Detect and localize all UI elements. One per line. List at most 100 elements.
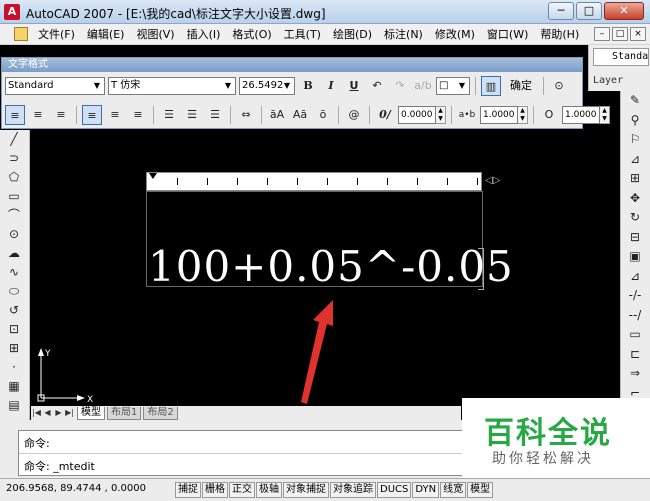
document-icon[interactable] [14, 27, 28, 41]
bullets-icon[interactable]: ☰ [182, 105, 202, 125]
scale-icon[interactable]: ⊟ [621, 228, 649, 248]
spline-icon[interactable]: ∿ [0, 263, 28, 282]
redo-button[interactable]: ↷ [390, 76, 410, 96]
ok-button[interactable]: 确定 [504, 76, 538, 96]
command-input[interactable]: 命令: _mtedit [24, 458, 95, 474]
grid-toggle[interactable]: 栅格 [202, 482, 228, 498]
join-icon[interactable]: ⊏ [621, 345, 649, 365]
ortho-toggle[interactable]: 正交 [229, 482, 255, 498]
line-icon[interactable]: ╱ [0, 130, 28, 149]
uppercase-letters-icon[interactable]: ☰ [205, 105, 225, 125]
color-dropdown[interactable]: □ ▼ [436, 77, 470, 95]
bold-button[interactable]: B [298, 76, 318, 96]
menu-tools[interactable]: 工具(T) [278, 26, 327, 42]
text-height-dropdown[interactable]: 26.5492 ▼ [239, 77, 295, 95]
spinner-arrows-icon[interactable]: ▲ ▼ [436, 106, 446, 124]
symbol-icon[interactable]: @ [344, 105, 364, 125]
last-tab-icon[interactable]: ▶| [64, 407, 75, 419]
menu-insert[interactable]: 插入(I) [181, 26, 227, 42]
lineweight-toggle[interactable]: 线宽 [440, 482, 467, 498]
ruler-toggle-button[interactable]: ▥ [481, 76, 501, 96]
rectangle-icon[interactable]: ▭ [0, 187, 28, 206]
trim-icon[interactable]: ⊿ [621, 267, 649, 287]
numbering-icon[interactable]: ☰ [159, 105, 179, 125]
dyn-toggle[interactable]: DYN [412, 482, 440, 498]
align-middle-icon[interactable]: ≡ [105, 105, 125, 125]
revcloud-icon[interactable]: ☁ [0, 244, 28, 263]
insert-block-icon[interactable]: ⊡ [0, 320, 28, 339]
copy-icon[interactable]: ⚲ [621, 111, 649, 131]
lowercase-icon[interactable]: Aā [290, 105, 310, 125]
break-icon[interactable]: --/ [621, 306, 649, 326]
uppercase-icon[interactable]: āA [267, 105, 287, 125]
chamfer-icon[interactable]: ⇒ [621, 364, 649, 384]
menu-file[interactable]: 文件(F) [32, 26, 81, 42]
make-block-icon[interactable]: ⊞ [0, 339, 28, 358]
ellipse-icon[interactable]: ⬭ [0, 282, 28, 301]
menu-dimension[interactable]: 标注(N) [378, 26, 429, 42]
align-left-icon[interactable]: ≡ [5, 105, 25, 125]
model-space-toggle[interactable]: 模型 [467, 482, 494, 498]
first-tab-icon[interactable]: |◀ [31, 407, 42, 419]
underline-button[interactable]: U [344, 76, 364, 96]
doc-close-button[interactable]: × [630, 27, 646, 41]
point-icon[interactable]: · [0, 358, 28, 377]
undo-button[interactable]: ↶ [367, 76, 387, 96]
spinner-arrows-icon[interactable]: ▲ ▼ [518, 106, 528, 124]
doc-minimize-button[interactable]: – [594, 27, 610, 41]
prev-tab-icon[interactable]: ◀ [42, 407, 53, 419]
overline-icon[interactable]: ō [313, 105, 333, 125]
osnap-toggle[interactable]: 对象捕捉 [283, 482, 329, 498]
align-right-icon[interactable]: ≡ [51, 105, 71, 125]
menu-format[interactable]: 格式(O) [226, 26, 277, 42]
next-tab-icon[interactable]: ▶ [53, 407, 64, 419]
circle-icon[interactable]: ⊙ [0, 225, 28, 244]
style-dropdown[interactable]: Standard ▼ [5, 77, 105, 95]
font-dropdown[interactable]: T 仿宋 ▼ [108, 77, 236, 95]
drawing-canvas[interactable]: ◁▷ 100+0.05^-0.05 Y X [31, 130, 619, 406]
align-bottom-icon[interactable]: ≡ [128, 105, 148, 125]
rotate-icon[interactable]: ↻ [621, 208, 649, 228]
extend-icon[interactable]: -/- [621, 286, 649, 306]
tab-layout1[interactable]: 布局1 [107, 406, 142, 420]
otrack-toggle[interactable]: 对象追踪 [330, 482, 376, 498]
maximize-button[interactable]: □ [576, 2, 602, 20]
gradient-icon[interactable]: ▤ [0, 396, 28, 415]
polyline-icon[interactable]: ⊃ [0, 149, 28, 168]
coordinate-readout[interactable]: 206.9568, 89.4744 , 0.0000 [6, 483, 146, 494]
ellipse-arc-icon[interactable]: ↺ [0, 301, 28, 320]
tracking-input[interactable]: 1.0000 [480, 106, 518, 124]
tracking-spinner[interactable]: 1.0000 ▲ ▼ [480, 106, 528, 124]
menu-draw[interactable]: 绘图(D) [327, 26, 378, 42]
move-icon[interactable]: ✥ [621, 189, 649, 209]
erase-icon[interactable]: ✎ [621, 91, 649, 111]
tab-model[interactable]: 模型 [77, 406, 105, 420]
align-center-icon[interactable]: ≡ [28, 105, 48, 125]
polygon-icon[interactable]: ⬠ [0, 168, 28, 187]
text-formatting-title[interactable]: 文字格式 [2, 58, 582, 72]
insert-field-icon[interactable]: ⇔ [236, 105, 256, 125]
oblique-angle-spinner[interactable]: 0.0000 ▲ ▼ [398, 106, 446, 124]
tab-layout2[interactable]: 布局2 [143, 406, 178, 420]
menu-window[interactable]: 窗口(W) [481, 26, 534, 42]
close-button[interactable]: ✕ [604, 2, 644, 20]
menu-help[interactable]: 帮助(H) [534, 26, 585, 42]
options-button[interactable]: ⊙ [549, 76, 569, 96]
oblique-angle-input[interactable]: 0.0000 [398, 106, 436, 124]
doc-restore-button[interactable]: □ [612, 27, 628, 41]
hatch-icon[interactable]: ▦ [0, 377, 28, 396]
italic-button[interactable]: I [321, 76, 341, 96]
stretch-icon[interactable]: ▣ [621, 247, 649, 267]
spinner-arrows-icon[interactable]: ▲ ▼ [600, 106, 610, 124]
arc-icon[interactable]: ⌒ [0, 206, 28, 225]
ducs-toggle[interactable]: DUCS [377, 482, 412, 498]
text-style-select[interactable]: Standa [593, 48, 649, 66]
menu-edit[interactable]: 编辑(E) [81, 26, 131, 42]
menu-view[interactable]: 视图(V) [130, 26, 180, 42]
mirror-icon[interactable]: ⚐ [621, 130, 649, 150]
snap-toggle[interactable]: 捕捉 [175, 482, 201, 498]
array-icon[interactable]: ⊞ [621, 169, 649, 189]
align-top-icon[interactable]: ≡ [82, 105, 102, 125]
width-factor-spinner[interactable]: 1.0000 ▲ ▼ [562, 106, 610, 124]
polar-toggle[interactable]: 极轴 [256, 482, 282, 498]
